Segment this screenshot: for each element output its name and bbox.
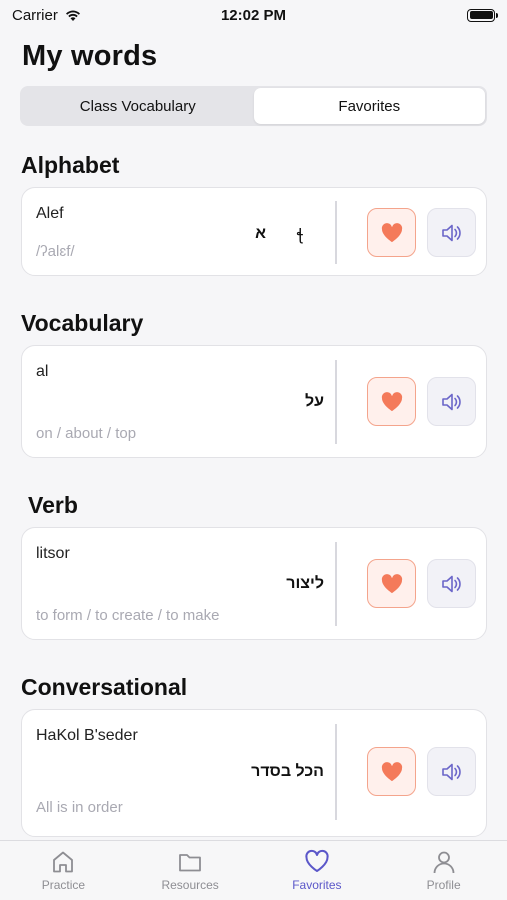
- word-card[interactable]: Alef א ꞎ /ʔalɛf/: [21, 187, 487, 276]
- tab-label: Profile: [426, 878, 461, 892]
- tab-practice[interactable]: Practice: [0, 841, 127, 900]
- word-card[interactable]: HaKol B'seder הכל בסדר All is in order: [21, 709, 487, 837]
- word-card[interactable]: al על on / about / top: [21, 345, 487, 458]
- card-transliteration: Alef: [36, 205, 64, 222]
- card-hebrew: על: [304, 393, 324, 410]
- card-divider: [335, 724, 337, 820]
- tab-resources[interactable]: Resources: [127, 841, 254, 900]
- tab-favorites[interactable]: Favorites: [254, 841, 381, 900]
- segmented-control: Class Vocabulary Favorites: [20, 86, 487, 126]
- home-icon: [53, 851, 74, 873]
- tab-label: Favorites: [292, 878, 342, 892]
- card-divider: [335, 542, 337, 626]
- play-audio-button[interactable]: [427, 559, 476, 608]
- card-meaning: on / about / top: [36, 425, 137, 442]
- status-left: Carrier: [12, 7, 82, 24]
- word-card[interactable]: litsor ליצור to form / to create / to ma…: [21, 527, 487, 640]
- favorite-button[interactable]: [367, 208, 416, 257]
- segment-class-vocabulary[interactable]: Class Vocabulary: [22, 88, 254, 124]
- card-meaning: to form / to create / to make: [36, 607, 220, 624]
- card-transliteration: al: [36, 363, 49, 380]
- segment-favorites[interactable]: Favorites: [253, 88, 485, 124]
- heart-icon: [305, 849, 329, 872]
- card-meaning: All is in order: [36, 799, 123, 816]
- speaker-icon: [441, 393, 461, 410]
- section-title-conversational: Conversational: [21, 674, 188, 700]
- tab-profile[interactable]: Profile: [380, 841, 507, 900]
- heart-icon: [381, 761, 402, 781]
- heart-icon: [381, 222, 402, 242]
- page-title: My words: [22, 40, 158, 72]
- tab-label: Resources: [161, 878, 219, 892]
- status-bar: Carrier 12:02 PM: [0, 0, 507, 30]
- wifi-icon: [65, 10, 80, 21]
- card-meaning: /ʔalɛf/: [36, 243, 75, 260]
- section-title-vocabulary: Vocabulary: [21, 310, 144, 336]
- card-transliteration: HaKol B'seder: [36, 727, 138, 744]
- section-title-alphabet: Alphabet: [21, 152, 120, 178]
- play-audio-button[interactable]: [427, 747, 476, 796]
- play-audio-button[interactable]: [427, 377, 476, 426]
- card-hebrew: הכל בסדר: [251, 763, 324, 780]
- favorite-button[interactable]: [367, 559, 416, 608]
- section-title-verb: Verb: [28, 492, 78, 518]
- card-divider: [335, 360, 337, 444]
- speaker-icon: [441, 224, 461, 241]
- card-transliteration: litsor: [36, 545, 70, 562]
- tab-label: Practice: [41, 878, 86, 892]
- carrier-label: Carrier: [12, 6, 58, 24]
- heart-icon: [381, 573, 402, 593]
- speaker-icon: [441, 575, 461, 592]
- card-hebrew: א: [255, 225, 266, 242]
- tab-bar: Practice Resources Favorites Profile: [0, 840, 507, 900]
- heart-icon: [381, 391, 402, 411]
- battery-icon: [467, 8, 498, 22]
- card-divider: [335, 201, 337, 264]
- speaker-icon: [441, 763, 461, 780]
- card-extra-glyph: ꞎ: [296, 227, 304, 244]
- favorite-button[interactable]: [367, 747, 416, 796]
- card-hebrew: ליצור: [286, 575, 324, 592]
- folder-icon: [179, 854, 202, 872]
- favorite-button[interactable]: [367, 377, 416, 426]
- play-audio-button[interactable]: [427, 208, 476, 257]
- person-icon: [433, 851, 455, 874]
